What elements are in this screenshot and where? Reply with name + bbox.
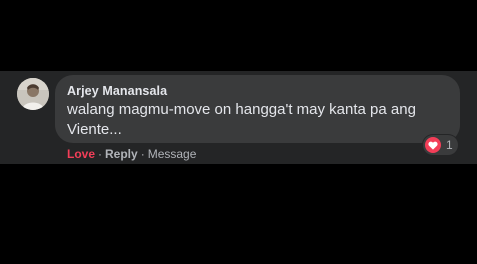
reaction-summary[interactable]: 1 <box>423 135 458 155</box>
comment-panel: Arjey Manansala walang magmu-move on han… <box>0 71 477 164</box>
comment-actions: Love · Reply · Message <box>67 146 196 162</box>
comment-text: walang magmu-move on hangga't may kanta … <box>67 101 416 138</box>
love-button[interactable]: Love <box>67 147 95 161</box>
reaction-count: 1 <box>446 138 453 152</box>
avatar-image <box>17 78 49 110</box>
heart-icon <box>425 137 441 153</box>
comment-author[interactable]: Arjey Manansala <box>67 84 448 99</box>
action-separator: · <box>140 147 145 161</box>
action-separator: · <box>98 147 103 161</box>
reply-button[interactable]: Reply <box>105 147 138 161</box>
avatar[interactable] <box>17 78 49 110</box>
comment-bubble: Arjey Manansala walang magmu-move on han… <box>55 75 460 143</box>
message-button[interactable]: Message <box>148 147 197 161</box>
